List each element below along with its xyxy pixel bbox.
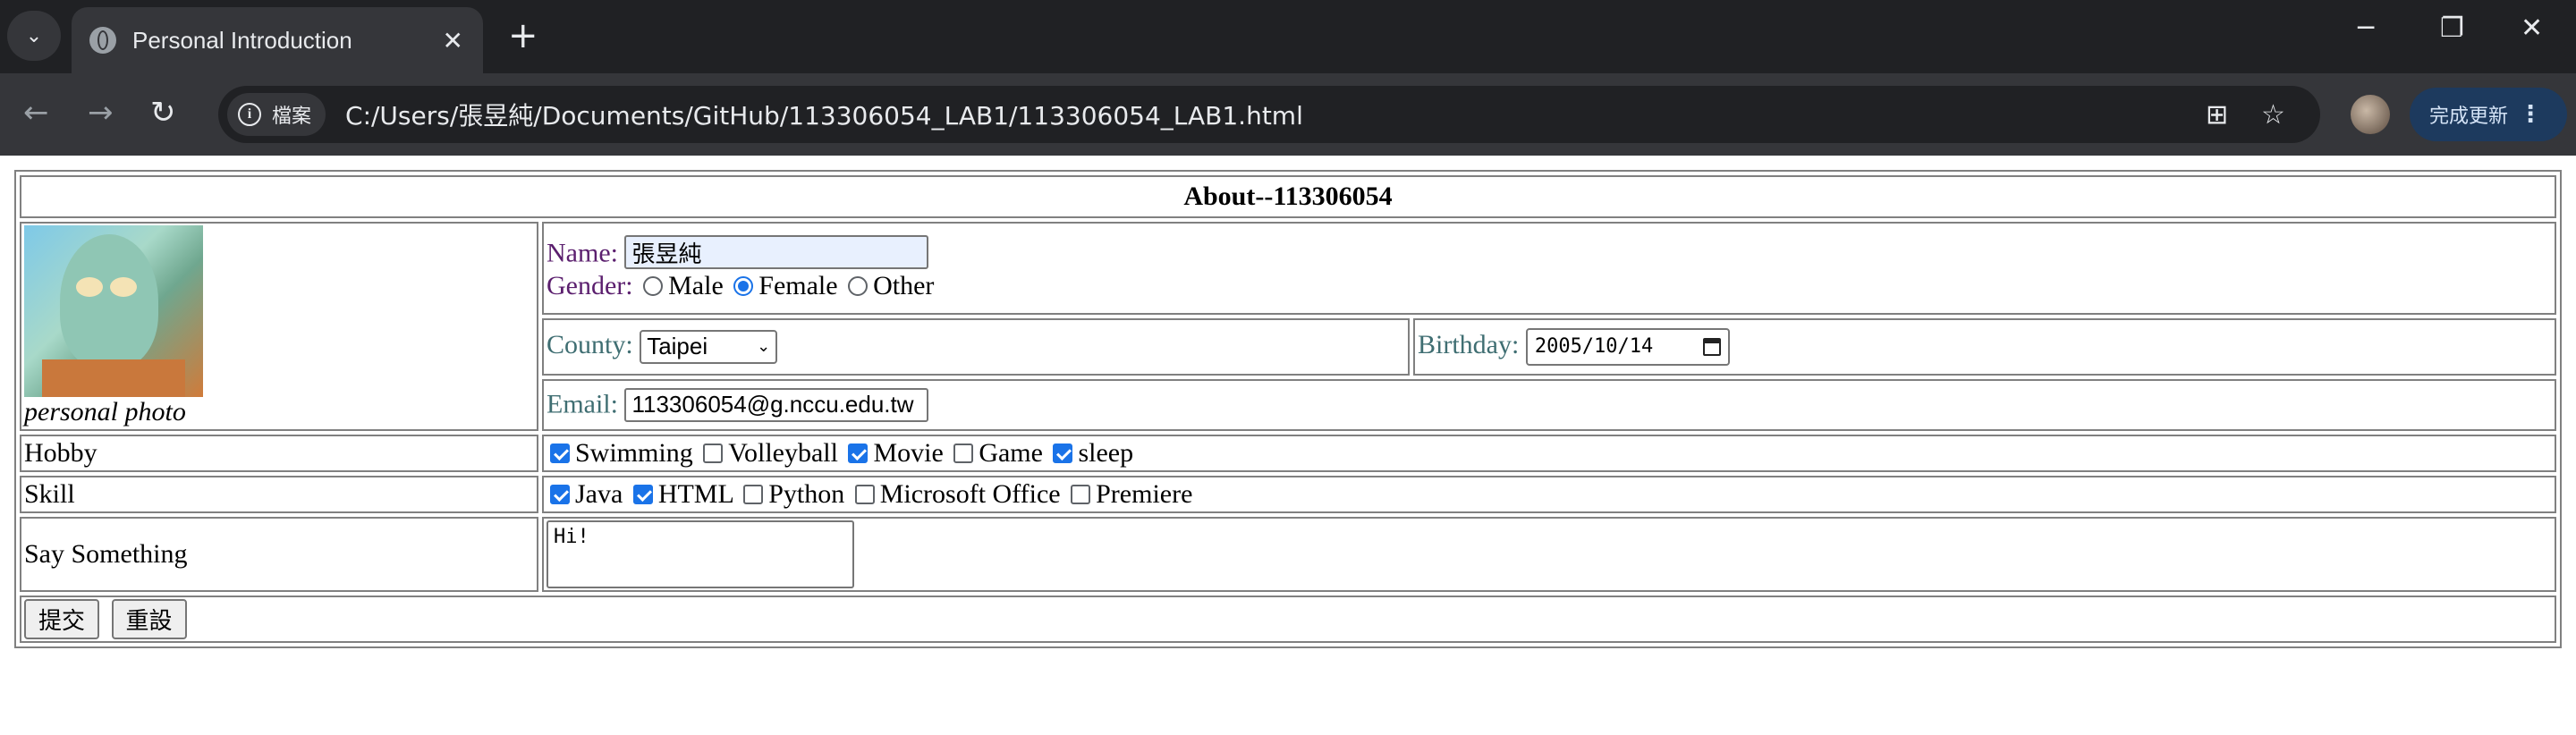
update-label: 完成更新 — [2429, 106, 2509, 128]
more-menu-icon[interactable]: ⋮ — [2519, 101, 2542, 128]
hobby-label: Hobby — [20, 435, 538, 472]
photo-caption: personal photo — [24, 397, 186, 427]
skill-checkbox-python[interactable] — [743, 485, 764, 505]
gender-label: Gender: — [547, 271, 633, 301]
browser-tab[interactable]: Personal Introduction ✕ — [72, 7, 483, 73]
close-tab-icon[interactable]: ✕ — [443, 26, 463, 55]
tab-bar: ⌄ Personal Introduction ✕ + ─ ❐ ✕ — [0, 0, 2576, 73]
skill-checkbox-microsoft-office[interactable] — [854, 485, 875, 505]
submit-button[interactable]: 提交 — [24, 599, 100, 639]
hobby-checkbox-volleyball[interactable] — [703, 444, 724, 464]
gender-option-male: Male — [668, 271, 724, 301]
hobby-checkbox-swimming[interactable] — [550, 444, 570, 464]
county-label: County: — [547, 329, 633, 359]
email-label: Email: — [547, 389, 618, 419]
profile-avatar[interactable] — [2351, 95, 2390, 134]
update-button[interactable]: 完成更新 ⋮ — [2410, 88, 2567, 141]
say-something-label: Say Something — [20, 517, 538, 592]
birthday-input[interactable]: 2005/10/14 — [1525, 327, 1730, 366]
browser-toolbar: ← → ↻ i 檔案 C:/Users/張昱純/Documents/GitHub… — [0, 73, 2576, 156]
skill-checkbox-html[interactable] — [632, 485, 653, 505]
gender-radio-other[interactable] — [848, 276, 869, 297]
email-cell: Email: — [542, 378, 2556, 431]
actions-cell: 提交 重設 — [20, 596, 2556, 643]
gender-option-other: Other — [873, 271, 935, 301]
skill-label-python: Python — [768, 479, 845, 509]
county-value: Taipei — [647, 333, 708, 360]
hobby-label-sleep: sleep — [1078, 438, 1134, 468]
skill-label-premiere: Premiere — [1096, 479, 1193, 509]
url-text[interactable]: C:/Users/張昱純/Documents/GitHub/113306054_… — [345, 97, 1303, 132]
personal-photo — [24, 225, 203, 397]
name-gender-cell: Name: Gender: Male Female Other — [542, 222, 2556, 316]
gender-radio-female[interactable] — [733, 276, 754, 297]
page-content: About--113306054 personal photo Name: Ge… — [14, 170, 2562, 648]
skill-label: Skill — [20, 476, 538, 513]
skill-checkbox-java[interactable] — [550, 485, 570, 505]
globe-icon — [89, 27, 116, 54]
name-label: Name: — [547, 238, 618, 268]
calendar-icon[interactable] — [1702, 337, 1721, 356]
photo-cell: personal photo — [20, 222, 538, 431]
browser-chrome: ⌄ Personal Introduction ✕ + ─ ❐ ✕ ← → ↻ … — [0, 0, 2576, 156]
say-something-cell: Hi! — [542, 517, 2556, 592]
skill-label-html: HTML — [657, 479, 733, 509]
tab-search-dropdown-icon[interactable]: ⌄ — [7, 11, 61, 61]
hobby-checkbox-sleep[interactable] — [1053, 444, 1073, 464]
site-info-chip[interactable]: i 檔案 — [227, 93, 326, 136]
birthday-value: 2005/10/14 — [1534, 335, 1654, 359]
hobby-label-movie: Movie — [873, 438, 944, 468]
translate-icon[interactable]: ⊞ — [2206, 86, 2228, 143]
restore-icon[interactable]: ❐ — [2440, 13, 2464, 44]
gender-radio-male[interactable] — [643, 276, 664, 297]
back-icon[interactable]: ← — [23, 95, 49, 131]
hobby-label-game: Game — [979, 438, 1043, 468]
address-bar[interactable]: i 檔案 C:/Users/張昱純/Documents/GitHub/11330… — [218, 86, 2320, 143]
window-close-icon[interactable]: ✕ — [2521, 13, 2543, 44]
hobby-label-swimming: Swimming — [575, 438, 693, 468]
about-table: About--113306054 personal photo Name: Ge… — [14, 170, 2562, 648]
hobby-checkbox-game[interactable] — [953, 444, 974, 464]
chevron-down-icon: ⌄ — [757, 337, 771, 356]
reset-button[interactable]: 重設 — [111, 599, 187, 639]
hobby-options: Swimming Volleyball Movie Game sleep — [542, 435, 2556, 472]
birthday-label: Birthday: — [1418, 329, 1520, 359]
info-icon: i — [238, 103, 261, 126]
county-cell: County: Taipei ⌄ — [542, 318, 1410, 376]
birthday-cell: Birthday: 2005/10/14 — [1413, 318, 2556, 376]
skill-label-microsoft-office: Microsoft Office — [879, 479, 1061, 509]
name-input[interactable] — [624, 235, 929, 270]
skill-label-java: Java — [575, 479, 623, 509]
hobby-label-volleyball: Volleyball — [728, 438, 838, 468]
minimize-icon[interactable]: ─ — [2358, 13, 2374, 44]
forward-icon[interactable]: → — [88, 95, 114, 131]
bookmark-star-icon[interactable]: ☆ — [2261, 86, 2285, 143]
table-caption: About--113306054 — [20, 175, 2556, 218]
county-select[interactable]: Taipei ⌄ — [640, 329, 778, 364]
new-tab-icon[interactable]: + — [508, 16, 538, 55]
skill-options: Java HTML Python Microsoft Office Premie… — [542, 476, 2556, 513]
reload-icon[interactable]: ↻ — [150, 95, 176, 131]
tab-title: Personal Introduction — [132, 26, 352, 54]
gender-option-female: Female — [758, 271, 838, 301]
hobby-checkbox-movie[interactable] — [848, 444, 869, 464]
say-something-textarea[interactable]: Hi! — [547, 520, 854, 588]
email-input[interactable] — [624, 387, 929, 422]
site-chip-label: 檔案 — [272, 106, 312, 128]
skill-checkbox-premiere[interactable] — [1071, 485, 1091, 505]
